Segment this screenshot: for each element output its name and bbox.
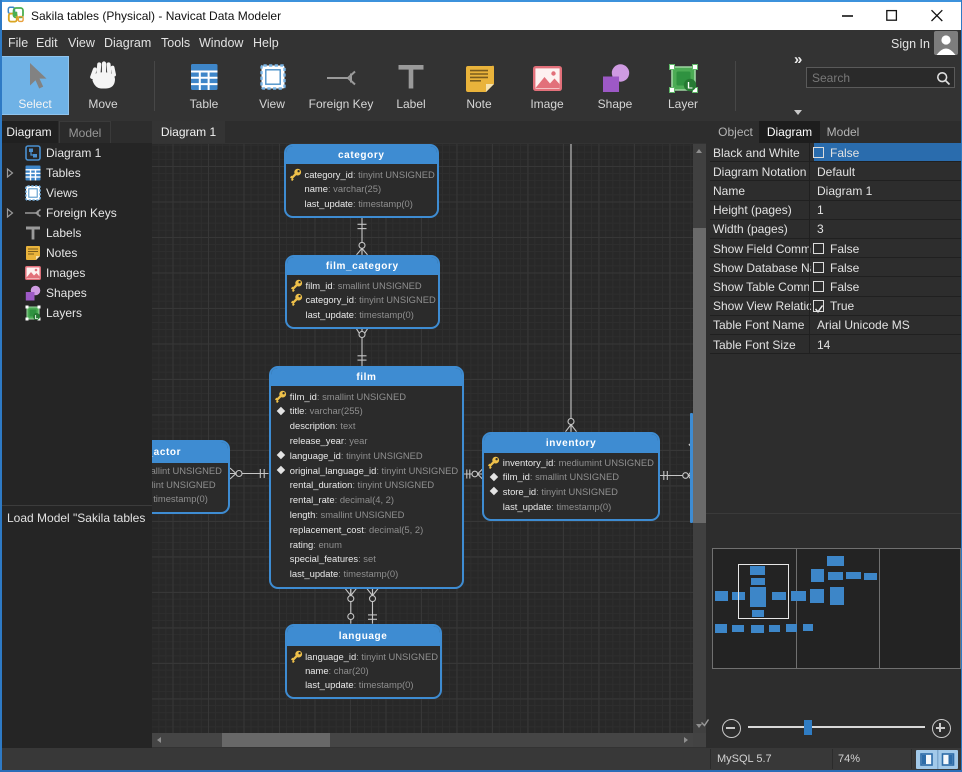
svg-text:L: L [687,80,693,90]
